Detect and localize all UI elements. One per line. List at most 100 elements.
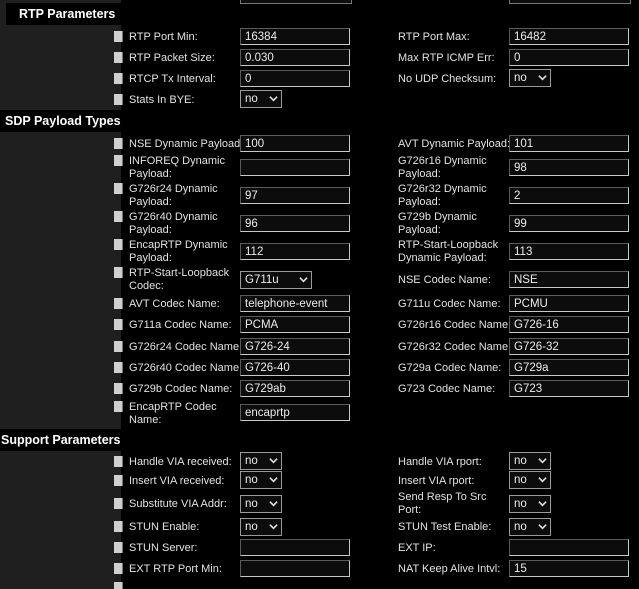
row-marker: [114, 456, 123, 467]
encaprtp-codec-name-label-line1: EncapRTP Codec: [129, 401, 217, 413]
max-rtp-icmp-err-input[interactable]: 0: [509, 49, 629, 66]
chevron-down-icon: [269, 501, 278, 507]
rtp-start-loopback-codec-label-line2: Codec:: [129, 280, 164, 292]
inforeq-dynamic-payload-input[interactable]: [240, 159, 350, 176]
substitute-via-addr-select[interactable]: no: [240, 495, 282, 513]
g711a-codec-name-input[interactable]: PCMA: [240, 316, 350, 333]
encaprtp-codec-name-input[interactable]: encaprtp: [240, 404, 350, 421]
row-marker: [114, 298, 123, 309]
rtp-start-loopback-dynamic-payload-input[interactable]: 113: [509, 243, 629, 260]
g726r16-codec-name-label: G726r16 Codec Name:: [398, 319, 512, 331]
stats-in-bye-select[interactable]: no: [240, 90, 282, 108]
g723-codec-name-input[interactable]: G723: [509, 380, 629, 397]
rtp-port-min-input[interactable]: 16384: [240, 28, 350, 45]
handle-via-received-value: no: [245, 455, 258, 467]
nat-keep-alive-intvl-input[interactable]: 15: [509, 560, 629, 577]
g723-codec-name-label: G723 Codec Name:: [398, 383, 496, 395]
insert-via-received-value: no: [245, 474, 258, 486]
rtp-port-min-label: RTP Port Min:: [129, 31, 198, 43]
ext-rtp-port-min-input[interactable]: [240, 560, 350, 577]
g726r16-dynamic-payload-input[interactable]: 98: [509, 159, 629, 176]
g726r24-codec-name-input[interactable]: G726-24: [240, 338, 350, 355]
g726r40-codec-name-input[interactable]: G726-40: [240, 359, 350, 376]
insert-via-rport-select[interactable]: no: [509, 471, 551, 489]
avt-dynamic-payload-input[interactable]: 101: [509, 135, 629, 152]
g726r40-codec-name-label: G726r40 Codec Name:: [129, 362, 243, 374]
send-resp-to-src-port-label-line1: Send Resp To Src: [398, 491, 487, 503]
row-marker: [114, 267, 123, 278]
stun-enable-select[interactable]: no: [240, 518, 282, 536]
g729a-codec-name-input[interactable]: G729a: [509, 359, 629, 376]
chevron-down-icon: [538, 75, 547, 81]
ext-rtp-port-min-label: EXT RTP Port Min:: [129, 563, 222, 575]
g711a-codec-name-label: G711a Codec Name:: [129, 319, 232, 331]
handle-via-received-select[interactable]: no: [240, 452, 282, 470]
rtp-start-loopback-codec-select[interactable]: G711u: [240, 271, 312, 289]
ext-ip-input[interactable]: [509, 539, 629, 556]
send-resp-to-src-port-value: no: [514, 498, 527, 510]
rtcp-tx-interval-input[interactable]: 0: [240, 70, 350, 87]
row-marker: [114, 94, 123, 105]
g729b-codec-name-label: G729b Codec Name:: [129, 383, 233, 395]
g726r24-dynamic-payload-label-line1: G726r24 Dynamic: [129, 183, 218, 195]
no-udp-checksum-value: no: [514, 72, 527, 84]
stun-enable-value: no: [245, 521, 258, 533]
g726r32-dynamic-payload-input[interactable]: 2: [509, 187, 629, 204]
g729b-dynamic-payload-input[interactable]: 99: [509, 215, 629, 232]
avt-codec-name-input[interactable]: telephone-event: [240, 295, 350, 312]
row-marker: [114, 239, 123, 250]
nse-dynamic-payload-label: NSE Dynamic Payload:: [129, 138, 244, 150]
chevron-down-icon: [269, 524, 278, 530]
stun-server-label: STUN Server:: [129, 542, 198, 554]
g726r40-dynamic-payload-label-line1: G726r40 Dynamic: [129, 211, 218, 223]
inforeq-dynamic-payload-label-line1: INFOREQ Dynamic: [129, 155, 225, 167]
g729b-codec-name-input[interactable]: G729ab: [240, 380, 350, 397]
encaprtp-dynamic-payload-input[interactable]: 112: [240, 243, 350, 260]
chevron-down-icon: [269, 96, 278, 102]
stun-server-input[interactable]: [240, 539, 350, 556]
max-rtp-icmp-err-label: Max RTP ICMP Err:: [398, 52, 495, 64]
row-marker: [114, 401, 123, 412]
inforeq-dynamic-payload-label-line2: Payload:: [129, 168, 172, 180]
chevron-down-icon: [269, 477, 278, 483]
g711u-codec-name-input[interactable]: PCMU: [509, 295, 629, 312]
row-marker: [114, 475, 123, 486]
encaprtp-codec-name-label-line2: Name:: [129, 414, 162, 426]
nse-codec-name-input[interactable]: NSE: [509, 271, 629, 288]
left-gutter: [0, 0, 121, 589]
stun-test-enable-value: no: [514, 521, 527, 533]
stun-test-enable-select[interactable]: no: [509, 518, 551, 536]
g726r32-codec-name-input[interactable]: G726-32: [509, 338, 629, 355]
rtp-packet-size-input[interactable]: 0.030: [240, 49, 350, 66]
g726r16-codec-name-input[interactable]: G726-16: [509, 316, 629, 333]
section-header-sdp-payload-types: SDP Payload Types: [0, 110, 121, 132]
no-udp-checksum-label: No UDP Checksum:: [398, 73, 497, 85]
g726r24-dynamic-payload-label-line2: Payload:: [129, 196, 172, 208]
row-marker: [114, 498, 123, 509]
avt-codec-name-label: AVT Codec Name:: [129, 298, 220, 310]
send-resp-to-src-port-select[interactable]: no: [509, 495, 551, 513]
handle-via-rport-select[interactable]: no: [509, 452, 551, 470]
nse-dynamic-payload-input[interactable]: 100: [240, 135, 350, 152]
g726r40-dynamic-payload-input[interactable]: 96: [240, 215, 350, 232]
row-marker: [114, 542, 123, 553]
substitute-via-addr-value: no: [245, 498, 258, 510]
insert-via-received-select[interactable]: no: [240, 471, 282, 489]
rtp-port-max-input[interactable]: 16482: [509, 28, 629, 45]
g726r16-dynamic-payload-label-line2: Payload:: [398, 168, 441, 180]
g726r32-dynamic-payload-label-line1: G726r32 Dynamic: [398, 183, 487, 195]
insert-via-received-label: Insert VIA received:: [129, 475, 225, 487]
rtp-start-loopback-dynamic-payload-label-line2: Dynamic Payload:: [398, 252, 487, 264]
stun-test-enable-label: STUN Test Enable:: [398, 521, 492, 533]
field-stub: [240, 0, 352, 4]
handle-via-received-label: Handle VIA received:: [129, 456, 232, 468]
row-marker: [114, 563, 123, 574]
chevron-down-icon: [538, 524, 547, 530]
no-udp-checksum-select[interactable]: no: [509, 69, 551, 87]
rtp-port-max-label: RTP Port Max:: [398, 31, 470, 43]
handle-via-rport-value: no: [514, 455, 527, 467]
chevron-down-icon: [538, 458, 547, 464]
g726r24-dynamic-payload-input[interactable]: 97: [240, 187, 350, 204]
rtcp-tx-interval-label: RTCP Tx Interval:: [129, 73, 216, 85]
g726r32-codec-name-label: G726r32 Codec Name:: [398, 341, 512, 353]
